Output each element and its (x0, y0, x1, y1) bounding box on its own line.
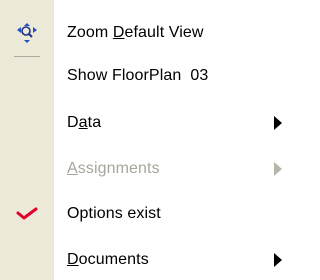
menu-item-label: Zoom Default View (67, 24, 204, 41)
context-menu: Zoom Default View Show FloorPlan 03 Data… (0, 0, 290, 280)
menu-item-assignments: Assignments (0, 146, 290, 192)
submenu-arrow-icon (274, 146, 282, 192)
submenu-arrow-icon (274, 237, 282, 280)
menu-item-label: Show FloorPlan 03 (67, 67, 209, 84)
menu-item-documents[interactable]: Documents (0, 237, 290, 280)
menu-item-data[interactable]: Data (0, 100, 290, 146)
submenu-arrow-icon (274, 100, 282, 146)
menu-item-zoom-default-view[interactable]: Zoom Default View (0, 10, 290, 56)
check-icon (0, 191, 54, 237)
menu-item-label: Assignments (67, 160, 160, 177)
menu-item-label: Documents (67, 251, 149, 268)
menu-item-label: Options exist (67, 205, 161, 222)
menu-item-options-exist[interactable]: Options exist (0, 191, 290, 237)
menu-item-show-floorplan[interactable]: Show FloorPlan 03 (0, 53, 290, 99)
zoom-icon (0, 10, 54, 56)
menu-item-label: Data (67, 114, 102, 131)
